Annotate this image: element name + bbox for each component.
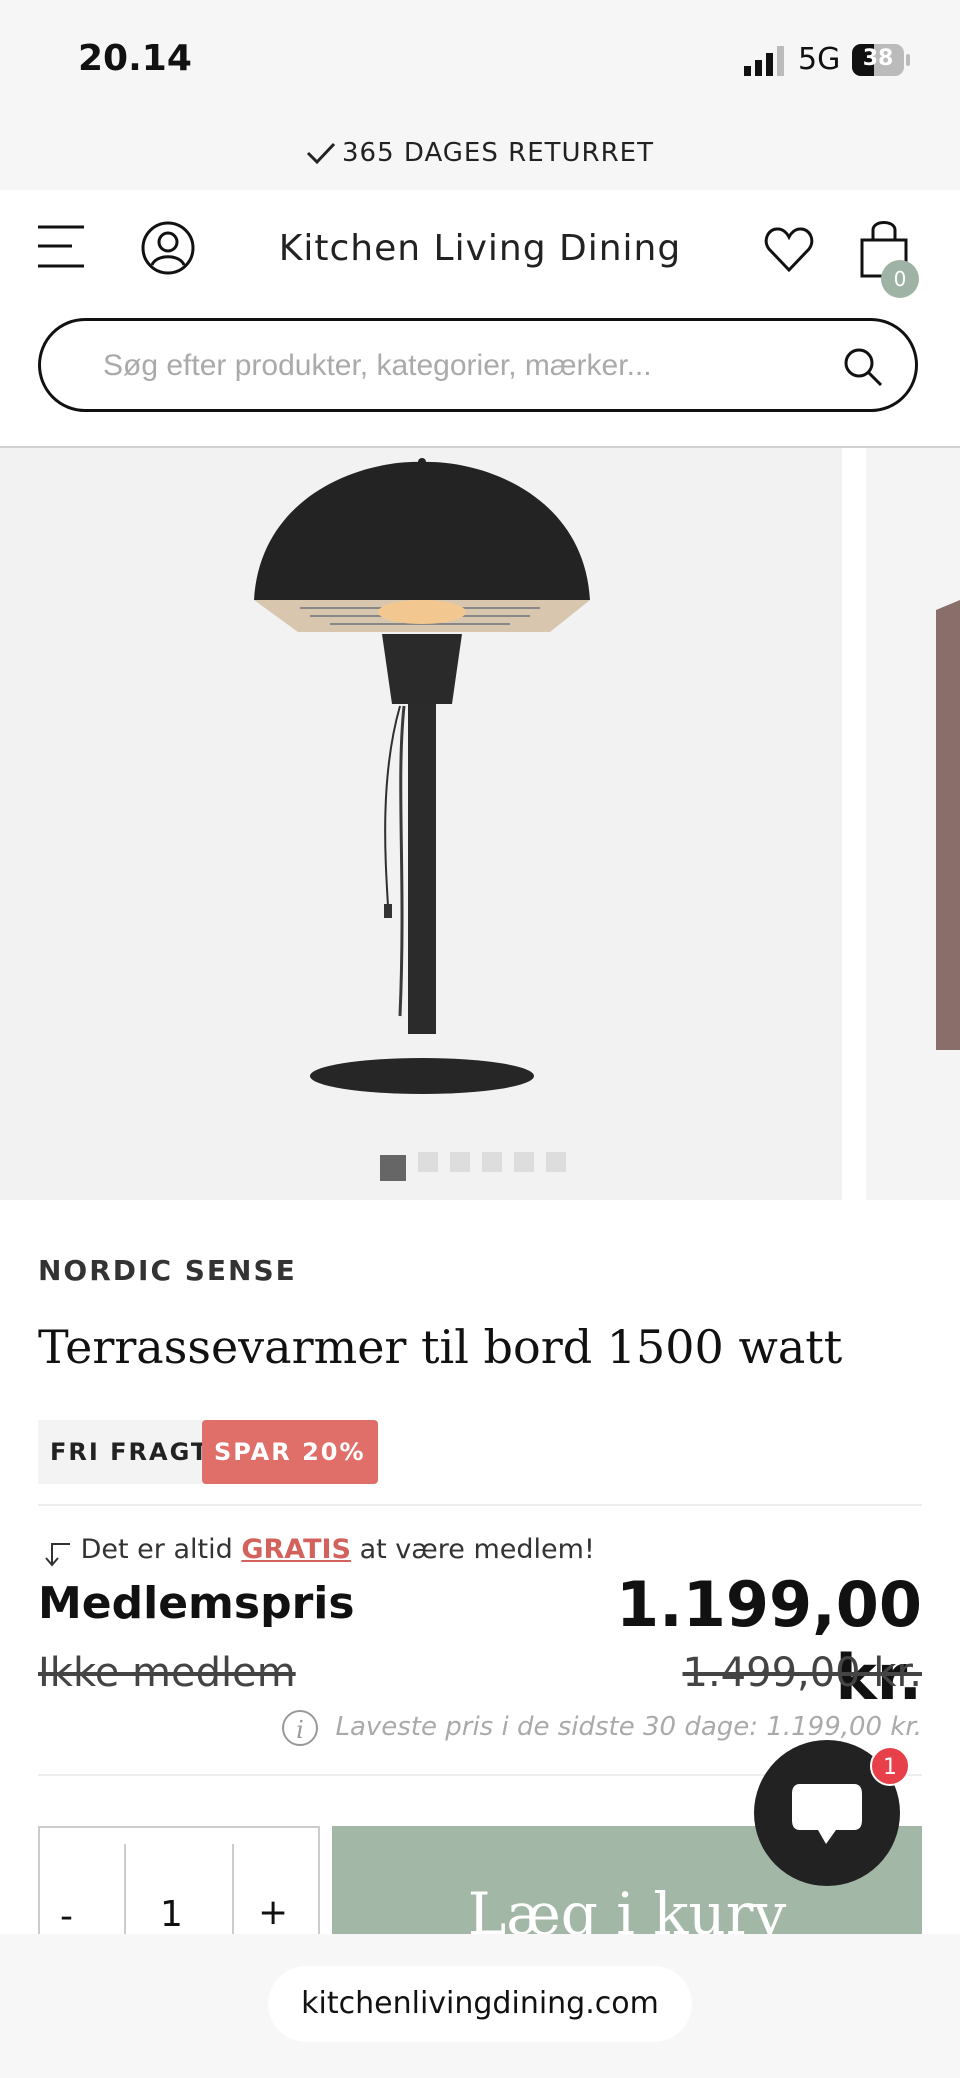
battery-level: 38 bbox=[862, 46, 894, 71]
gallery-dot[interactable] bbox=[450, 1152, 470, 1172]
check-icon bbox=[306, 142, 336, 165]
membership-note-pre: Det er altid bbox=[80, 1534, 233, 1565]
membership-free-link[interactable]: GRATIS bbox=[241, 1534, 351, 1565]
battery-icon: 38 bbox=[852, 44, 910, 76]
gallery-pagination bbox=[380, 1152, 578, 1181]
product-image bbox=[254, 458, 590, 1094]
site-logo[interactable]: Kitchen Living Dining bbox=[240, 228, 720, 269]
wishlist-heart-icon[interactable] bbox=[764, 226, 814, 274]
promo-text: 365 DAGES RETURRET bbox=[0, 138, 960, 168]
product-brand[interactable]: NORDIC SENSE bbox=[38, 1254, 297, 1287]
product-title: Terrassevarmer til bord 1500 watt bbox=[38, 1320, 843, 1374]
quantity-decrease-button[interactable]: - bbox=[60, 1896, 73, 1937]
account-icon[interactable] bbox=[140, 220, 196, 276]
chat-bubble-icon bbox=[792, 1784, 862, 1844]
menu-icon[interactable] bbox=[38, 224, 86, 270]
gallery-dot[interactable] bbox=[418, 1152, 438, 1172]
lowest-price-note: Laveste pris i de sidste 30 dage: 1.199,… bbox=[335, 1712, 922, 1742]
member-price-label: Medlemspris bbox=[38, 1578, 355, 1629]
divider bbox=[38, 1504, 922, 1506]
quantity-value[interactable]: 1 bbox=[160, 1894, 183, 1935]
network-label: 5G bbox=[798, 42, 841, 77]
gallery-dot[interactable] bbox=[514, 1152, 534, 1172]
gallery-dot[interactable] bbox=[546, 1152, 566, 1172]
signal-icon bbox=[744, 46, 784, 76]
nonmember-label: Ikke medlem bbox=[38, 1650, 296, 1696]
discount-tag: SPAR 20% bbox=[202, 1420, 378, 1484]
gallery-dot[interactable] bbox=[380, 1154, 406, 1181]
gallery-dot[interactable] bbox=[482, 1152, 502, 1172]
search-input[interactable] bbox=[101, 343, 805, 389]
browser-url-bar[interactable]: kitchenlivingdining.com bbox=[268, 1966, 692, 2042]
next-image-preview bbox=[936, 600, 960, 1050]
arrow-down-left-icon bbox=[45, 1543, 70, 1567]
cart-count-badge: 0 bbox=[881, 260, 919, 298]
promo-label: 365 DAGES RETURRET bbox=[342, 138, 654, 168]
chat-unread-badge: 1 bbox=[870, 1746, 910, 1786]
search-bar[interactable] bbox=[38, 318, 918, 412]
nonmember-price: 1.499,00 kr. bbox=[682, 1650, 923, 1696]
quantity-increase-button[interactable]: + bbox=[258, 1892, 288, 1933]
search-icon[interactable] bbox=[843, 347, 883, 387]
free-shipping-tag: FRI FRAGT bbox=[38, 1420, 222, 1484]
membership-note-post: at være medlem! bbox=[359, 1534, 595, 1565]
status-time: 20.14 bbox=[78, 38, 192, 79]
membership-note: Det er altid GRATIS at være medlem! bbox=[44, 1534, 595, 1568]
info-icon[interactable]: i bbox=[282, 1710, 318, 1746]
